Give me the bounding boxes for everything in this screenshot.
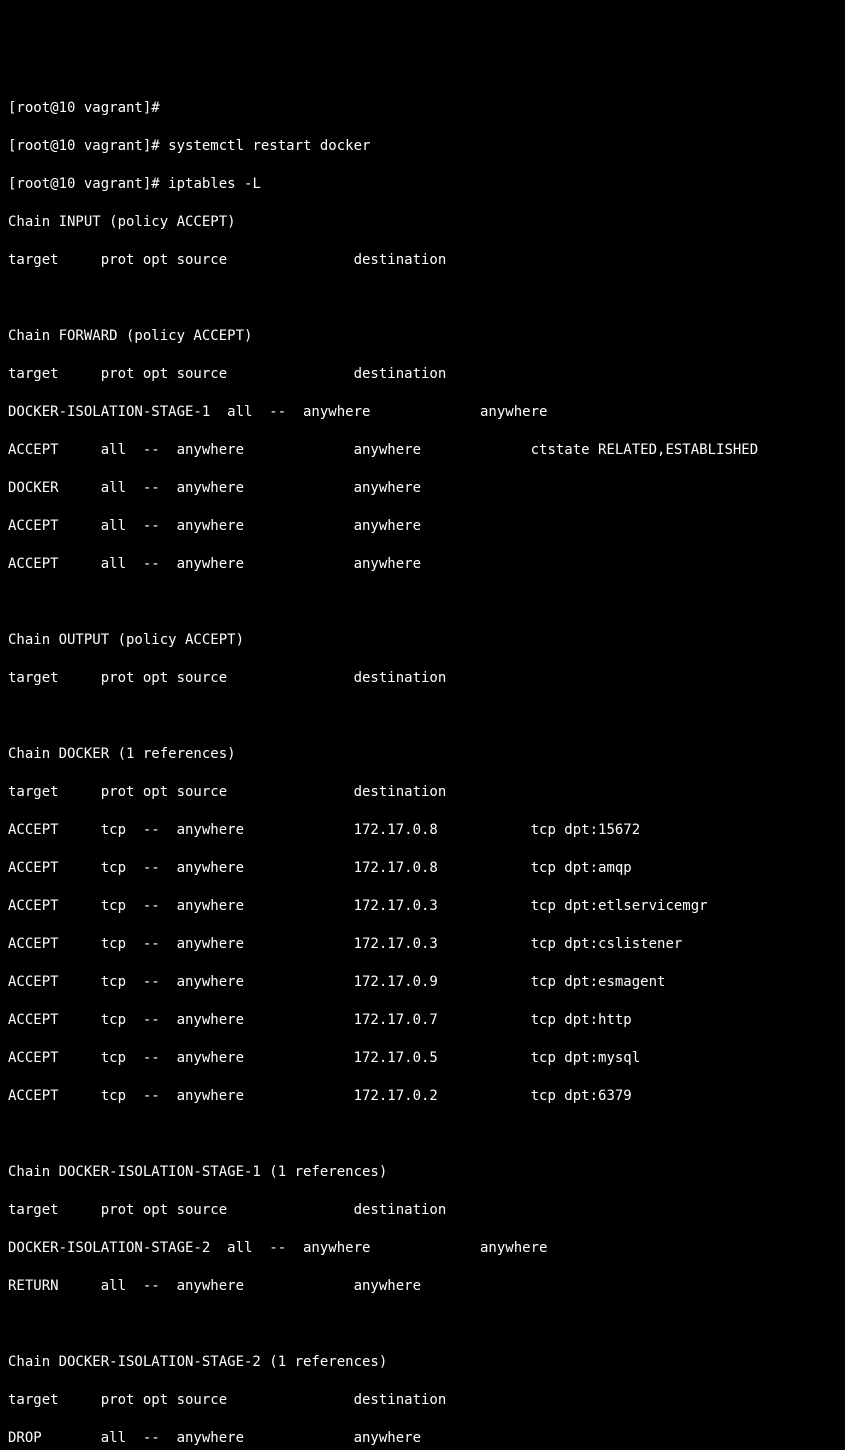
- rule-row: ACCEPT tcp -- anywhere 172.17.0.5 tcp dp…: [8, 1049, 837, 1068]
- terminal-output[interactable]: [root@10 vagrant]# [root@10 vagrant]# sy…: [8, 80, 837, 1450]
- rule-row: DOCKER-ISOLATION-STAGE-2 all -- anywhere…: [8, 1239, 837, 1258]
- blank-line: [8, 593, 837, 612]
- chain-title: Chain INPUT (policy ACCEPT): [8, 213, 837, 232]
- rule-row: ACCEPT all -- anywhere anywhere: [8, 517, 837, 536]
- chain-title: Chain FORWARD (policy ACCEPT): [8, 327, 837, 346]
- rule-row: RETURN all -- anywhere anywhere: [8, 1277, 837, 1296]
- chain-header: target prot opt source destination: [8, 365, 837, 384]
- rule-row: ACCEPT tcp -- anywhere 172.17.0.3 tcp dp…: [8, 935, 837, 954]
- chain-title: Chain DOCKER-ISOLATION-STAGE-1 (1 refere…: [8, 1163, 837, 1182]
- chain-title: Chain OUTPUT (policy ACCEPT): [8, 631, 837, 650]
- rule-row: DOCKER all -- anywhere anywhere: [8, 479, 837, 498]
- rule-row: ACCEPT tcp -- anywhere 172.17.0.7 tcp dp…: [8, 1011, 837, 1030]
- chain-header: target prot opt source destination: [8, 669, 837, 688]
- typed-command: iptables -L: [168, 176, 261, 192]
- typed-command: systemctl restart docker: [168, 138, 370, 154]
- blank-line: [8, 1125, 837, 1144]
- chain-header: target prot opt source destination: [8, 1391, 837, 1410]
- blank-line: [8, 1315, 837, 1334]
- chain-title: Chain DOCKER (1 references): [8, 745, 837, 764]
- chain-header: target prot opt source destination: [8, 1201, 837, 1220]
- prompt: [root@10 vagrant]#: [8, 100, 160, 116]
- prompt-line: [root@10 vagrant]# systemctl restart doc…: [8, 137, 837, 156]
- rule-row: ACCEPT all -- anywhere anywhere: [8, 555, 837, 574]
- rule-row: ACCEPT tcp -- anywhere 172.17.0.2 tcp dp…: [8, 1087, 837, 1106]
- prompt: [root@10 vagrant]#: [8, 138, 160, 154]
- rule-row: ACCEPT tcp -- anywhere 172.17.0.8 tcp dp…: [8, 821, 837, 840]
- rule-row: ACCEPT tcp -- anywhere 172.17.0.9 tcp dp…: [8, 973, 837, 992]
- chain-header: target prot opt source destination: [8, 783, 837, 802]
- blank-line: [8, 289, 837, 308]
- rule-row: DROP all -- anywhere anywhere: [8, 1429, 837, 1448]
- rule-row: ACCEPT all -- anywhere anywhere ctstate …: [8, 441, 837, 460]
- prompt-line: [root@10 vagrant]#: [8, 99, 837, 118]
- rule-row: ACCEPT tcp -- anywhere 172.17.0.3 tcp dp…: [8, 897, 837, 916]
- prompt: [root@10 vagrant]#: [8, 176, 160, 192]
- rule-row: DOCKER-ISOLATION-STAGE-1 all -- anywhere…: [8, 403, 837, 422]
- chain-header: target prot opt source destination: [8, 251, 837, 270]
- rule-row: ACCEPT tcp -- anywhere 172.17.0.8 tcp dp…: [8, 859, 837, 878]
- chain-title: Chain DOCKER-ISOLATION-STAGE-2 (1 refere…: [8, 1353, 837, 1372]
- blank-line: [8, 707, 837, 726]
- prompt-line: [root@10 vagrant]# iptables -L: [8, 175, 837, 194]
